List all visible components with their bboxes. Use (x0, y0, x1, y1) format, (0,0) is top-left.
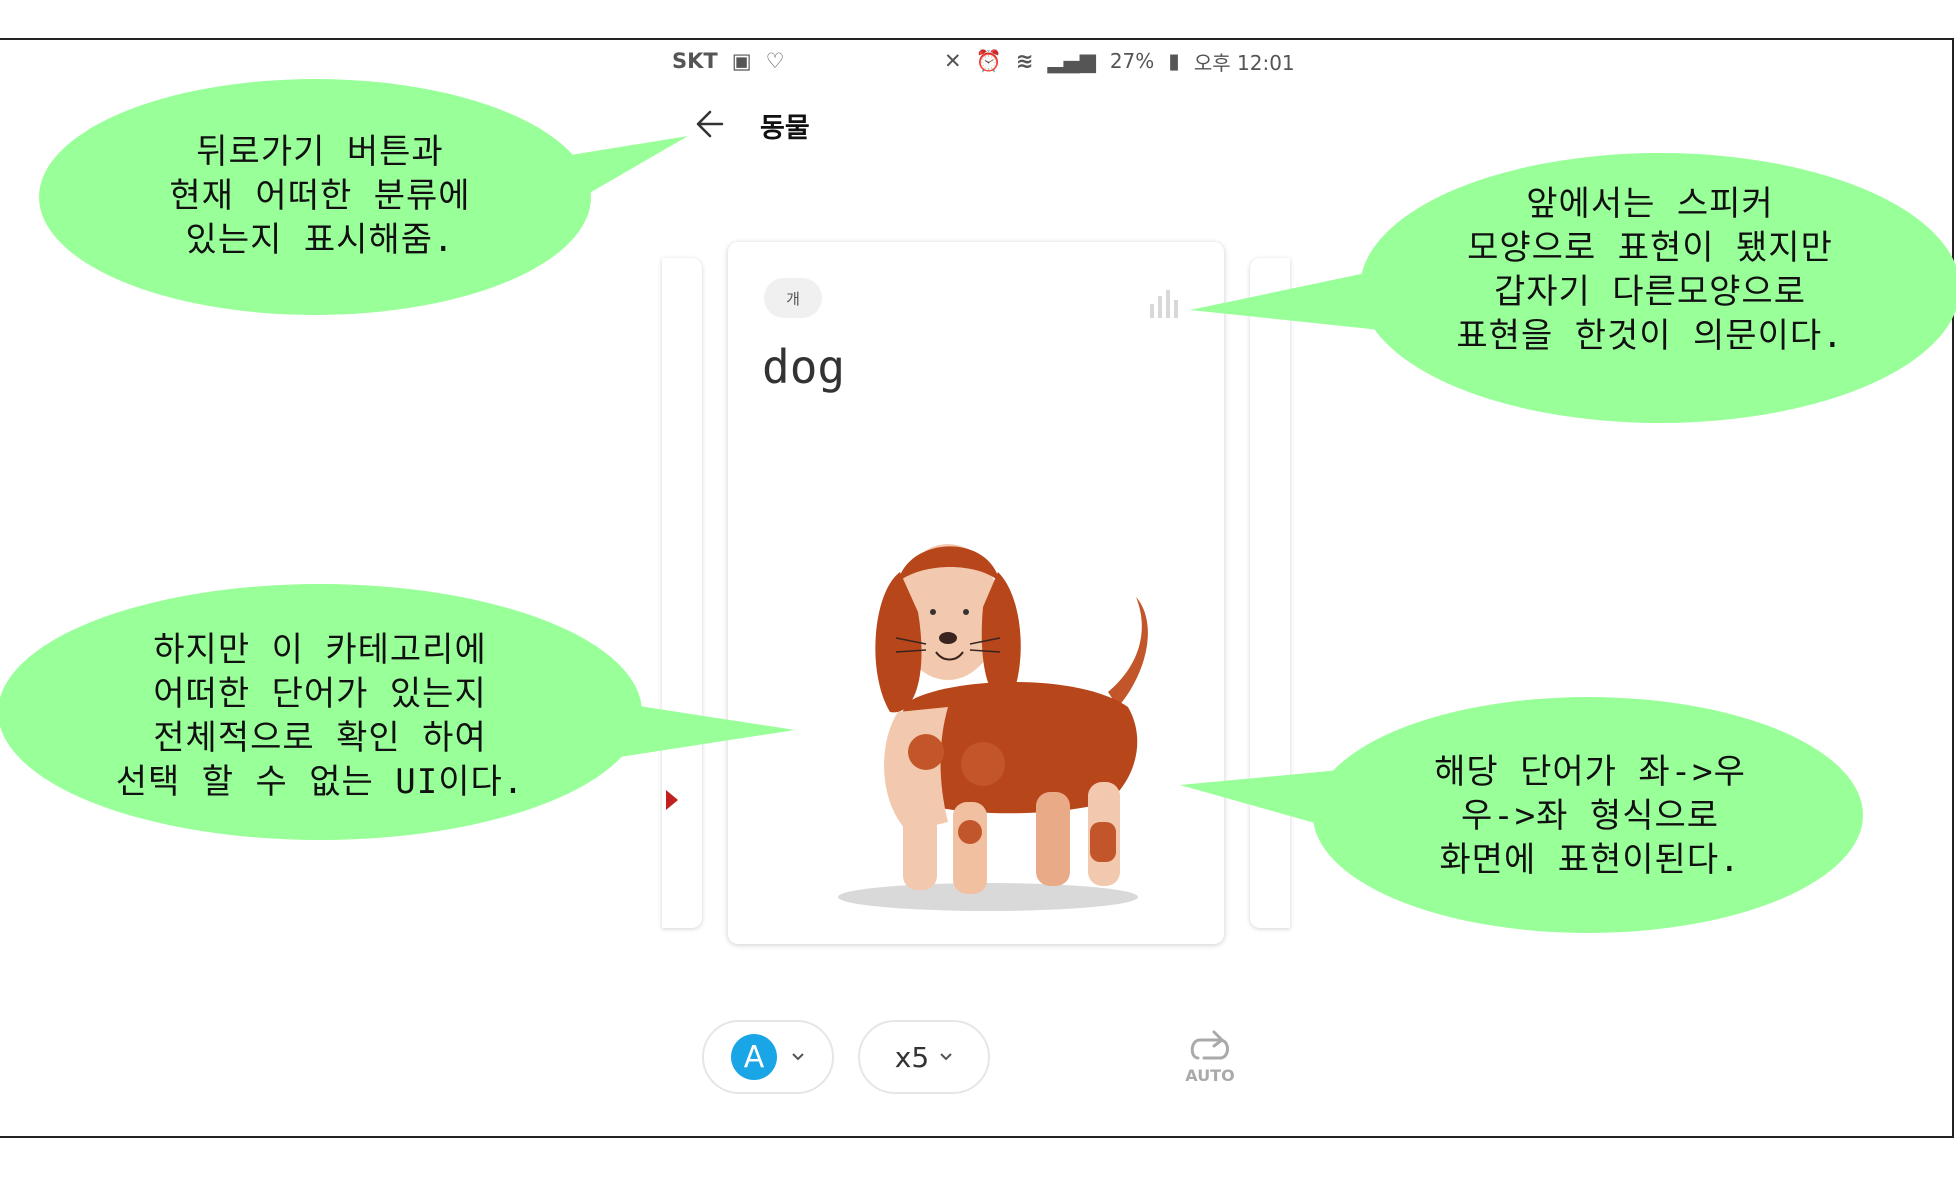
annotation-sound-icon: 앞에서는 스피커 모양으로 표현이 됐지만 갑자기 다른모양으로 표현을 한것이… (1456, 184, 1844, 356)
chevron-down-icon (792, 1053, 804, 1061)
dog-illustration (838, 544, 1148, 911)
word-korean-tag: 개 (764, 278, 822, 318)
previous-card-peek (666, 790, 678, 810)
annotation-back-button: 뒤로가기 버튼과 현재 어떠한 분류에 있는지 표시해줌. (169, 132, 471, 260)
voice-badge: A (731, 1034, 777, 1080)
status-bar-left: SKT ▣ ♡ (672, 46, 798, 76)
heart-icon: ♡ (765, 49, 785, 73)
repeat-count-select[interactable]: x5 (858, 1020, 990, 1094)
mute-icon: ✕ (944, 49, 962, 73)
repeat-count-label: x5 (894, 1040, 930, 1074)
wifi-icon: ≋ (1015, 49, 1034, 73)
gallery-icon: ▣ (731, 49, 752, 73)
auto-label: AUTO (1185, 1066, 1235, 1085)
sound-bars-icon[interactable] (1148, 290, 1182, 318)
annotation-category-list: 하지만 이 카테고리에 어떠한 단어가 있는지 전체적으로 확인 하여 선택 할… (115, 630, 525, 802)
signal-icon: ▂▄▆ (1047, 49, 1096, 73)
voice-select[interactable]: A (702, 1020, 834, 1094)
status-bar-right: ✕ ⏰ ≋ ▂▄▆ 27% ▮ 오후 12:01 (944, 46, 1309, 76)
carrier-label: SKT (672, 49, 718, 73)
back-arrow-icon[interactable] (692, 104, 732, 144)
auto-repeat-icon (1190, 1030, 1229, 1060)
word-card[interactable]: 개 dog (728, 242, 1224, 944)
battery-icon: ▮ (1168, 49, 1180, 73)
alarm-icon: ⏰ (975, 48, 1002, 73)
chevron-down-icon (940, 1053, 952, 1061)
page-title: 동물 (760, 113, 810, 144)
next-card[interactable] (1250, 258, 1290, 928)
clock: 오후 12:01 (1193, 50, 1295, 75)
word-english: dog (762, 340, 846, 394)
annotation-card-slide: 해당 단어가 좌->우 우->좌 형식으로 화면에 표현이된다. (1434, 752, 1746, 880)
auto-play-button[interactable]: AUTO (1180, 1028, 1240, 1088)
battery-percent: 27% (1109, 49, 1155, 73)
previous-card[interactable] (662, 258, 702, 928)
